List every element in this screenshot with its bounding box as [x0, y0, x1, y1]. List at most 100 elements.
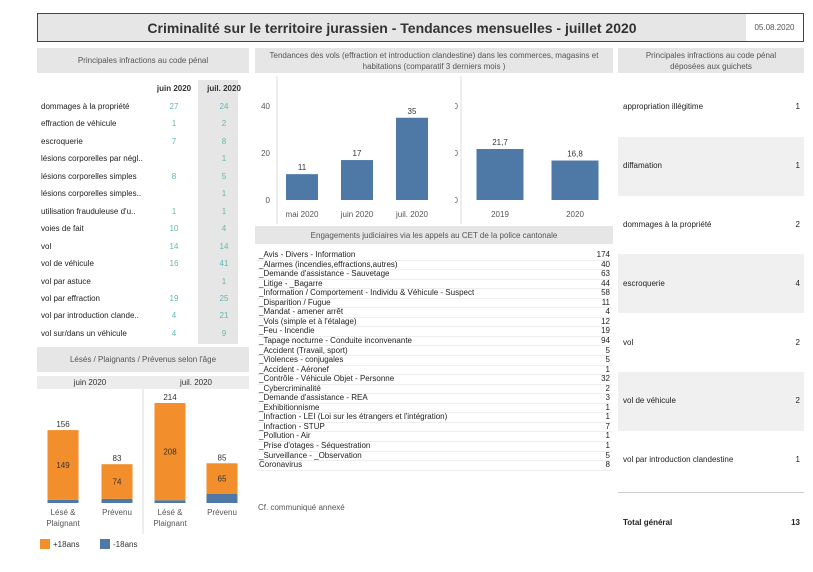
infractions-header: Principales infractions au code pénal [37, 48, 249, 73]
x-tick-label: mai 2020 [286, 210, 319, 219]
engagement-value: 94 [601, 335, 610, 345]
engagement-value: 7 [605, 421, 610, 431]
value-juil: 41 [219, 259, 229, 269]
row-label: lésions corporelles simples.. [41, 189, 142, 199]
y-tick-label: 0 [455, 196, 459, 205]
engagement-value: 1 [605, 364, 610, 374]
leses-header: Lésés / Plaignants / Prévenus selon l'âg… [37, 347, 249, 372]
bar [396, 117, 428, 200]
guichet-value: 1 [795, 102, 800, 112]
total-label: 214 [163, 393, 177, 402]
segment-label-over18: 74 [113, 478, 122, 487]
segment-label-over18: 65 [218, 474, 227, 483]
row-label: utilisation frauduleuse d'u.. [41, 206, 136, 216]
engagement-value: 8 [605, 460, 610, 470]
vols-yearly-chart: 0 20 40 21,7 2019 16,8 2020 [455, 76, 599, 224]
value-juil: 21 [219, 311, 229, 321]
x-tick-label: 2019 [491, 210, 509, 219]
value-juil: 14 [219, 241, 229, 251]
value-juil: 1 [221, 154, 227, 164]
x-tick-label: Lésé & [158, 508, 184, 517]
engagement-value: 1 [605, 431, 610, 441]
engagement-label: _Accident - Aéronef [259, 364, 329, 374]
engagement-value: 44 [601, 278, 610, 288]
y-tick-label: 0 [266, 196, 271, 205]
data-label: 35 [408, 107, 417, 116]
bar [341, 160, 373, 200]
value-juil: 24 [219, 102, 229, 111]
row-label: lésions corporelles simples [41, 171, 137, 181]
x-tick-label: juin 2020 [340, 210, 374, 219]
value-juin: 7 [171, 136, 177, 146]
row-label: vol de véhicule [41, 259, 94, 269]
segment-label-over18: 149 [56, 461, 70, 470]
engagement-label: _Alarmes (incendies,effractions,autres) [259, 259, 398, 269]
engagement-value: 4 [605, 307, 610, 317]
engagement-value: 1 [605, 412, 610, 422]
total-label: 85 [218, 453, 227, 462]
row-label: vol par introduction clande.. [41, 311, 139, 321]
panel-label-juin: juin 2020 [73, 378, 107, 387]
engagement-value: 58 [601, 288, 610, 298]
guichet-value: 1 [795, 161, 800, 171]
engagement-label: Coronavirus [259, 460, 303, 470]
guichet-value: 2 [795, 220, 800, 229]
engagement-value: 5 [605, 355, 610, 365]
guichets-total-divider [618, 492, 804, 493]
guichet-value: 2 [795, 396, 800, 406]
row-divider [257, 460, 612, 462]
value-juin: 19 [169, 293, 179, 303]
engagement-label: _Cybercriminalité [259, 383, 321, 393]
page-title: Criminalité sur le territoire jurassien … [38, 14, 746, 41]
row-label: vol sur/dans un véhicule [41, 328, 127, 338]
value-juin: 1 [171, 119, 177, 129]
x-tick-label-line2: Plaignant [46, 519, 80, 528]
value-juin: 4 [171, 311, 177, 321]
value-juil: 5 [221, 171, 227, 181]
engagement-label: _Litige - _Bagarre [259, 278, 323, 288]
value-juil: 1 [221, 189, 227, 199]
engagement-label: _Mandat - amener arrêt [259, 307, 344, 317]
bar [551, 160, 599, 200]
engagement-label: _Demande d'assistance - Sauvetage [259, 269, 390, 279]
segment-label-over18: 208 [163, 448, 177, 457]
guichets-total-label: Total général [623, 518, 673, 527]
report-date: 05.08.2020 [754, 23, 795, 32]
data-label: 17 [353, 149, 362, 158]
y-tick-label: 40 [455, 102, 459, 111]
row-label: vol [41, 241, 52, 251]
value-juil: 1 [221, 206, 227, 216]
x-tick-label: Prévenu [207, 508, 237, 517]
engagement-label: _Pollution - Air [259, 431, 311, 441]
col-header-juin: juin 2020 [156, 84, 192, 93]
value-juin: 27 [169, 102, 179, 111]
y-tick-label: 20 [261, 149, 270, 158]
col-header-juil: juil. 2020 [207, 84, 241, 93]
vols-header: Tendances des vols (effraction et introd… [255, 48, 613, 73]
guichet-label: escroquerie [623, 278, 665, 288]
legend-swatch-over18 [40, 539, 50, 549]
row-label: vol par effraction [41, 293, 100, 303]
engagement-value: 12 [601, 316, 610, 326]
engagement-label: _Infraction - STUP [259, 421, 325, 431]
value-juil: 4 [221, 224, 227, 234]
engagement-label: _Information / Comportement - Individu &… [259, 288, 475, 298]
engagement-value: 1 [605, 402, 610, 412]
guichets-header: Principales infractions au code pénal dé… [618, 48, 804, 73]
engagement-label: _Tapage nocturne - Conduite inconvenante [259, 335, 412, 345]
bar-under18 [101, 498, 133, 503]
engagement-label: _Disparition / Fugue [259, 297, 331, 307]
guichet-label: appropriation illégitime [623, 102, 704, 112]
value-juin: 10 [169, 224, 179, 234]
total-label: 156 [56, 420, 70, 429]
x-tick-label-line2: Plaignant [153, 519, 187, 528]
engagement-label: _Prise d'otages - Séquestration [259, 441, 371, 450]
engagement-value: 174 [596, 250, 610, 259]
x-tick-label: Prévenu [102, 508, 132, 517]
bar-under18 [47, 499, 79, 503]
engagements-header: Engagements judiciaires via les appels a… [255, 226, 613, 244]
engagement-label: _Violences - conjugales [259, 355, 344, 365]
guichet-value: 2 [795, 337, 800, 347]
value-juil: 9 [221, 328, 227, 338]
vols-monthly-chart: 0 20 40 11 mai 2020 17 juin 2020 35 juil. 2020 [261, 76, 429, 224]
